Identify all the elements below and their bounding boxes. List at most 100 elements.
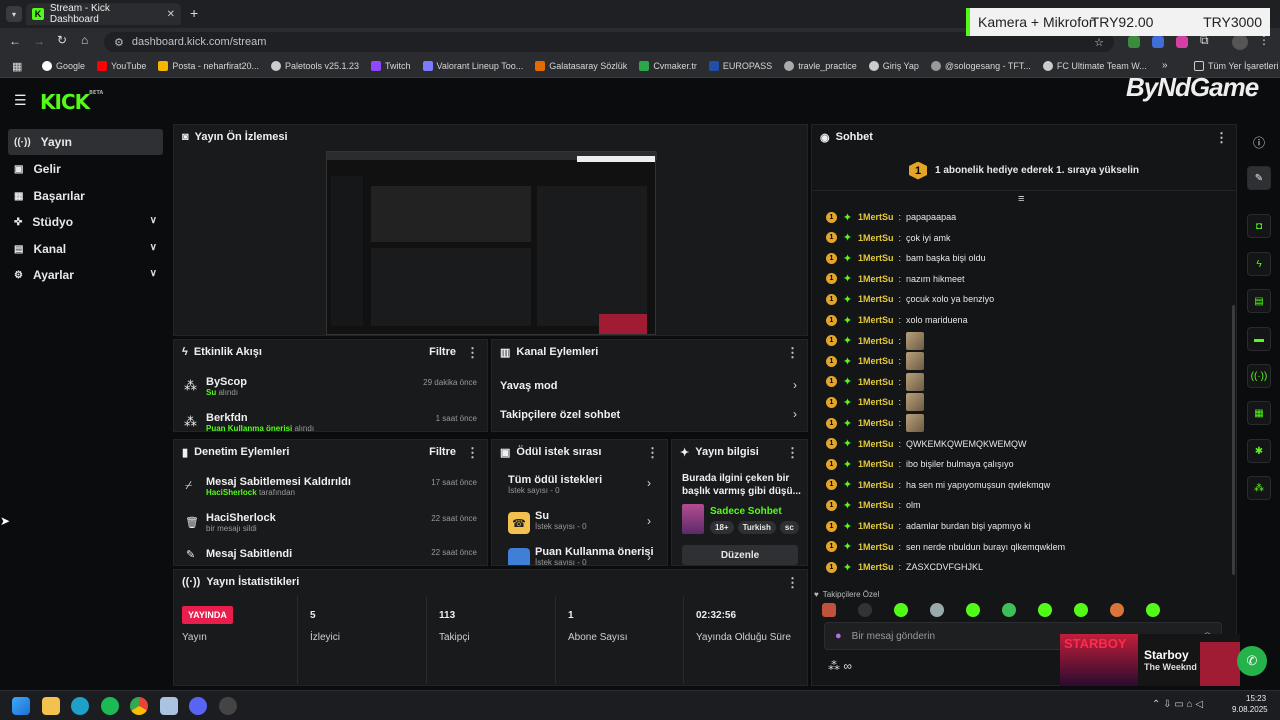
emote-icon[interactable] (966, 603, 980, 617)
tab-close-icon[interactable]: ✕ (167, 9, 175, 20)
emote-icon[interactable] (1146, 603, 1160, 617)
windows-start-icon[interactable] (12, 697, 30, 715)
bookmark-item[interactable]: Twitch (371, 61, 411, 71)
sidebar-item-basarilar[interactable]: ▦ Başarılar (8, 183, 163, 209)
spotify-icon[interactable] (101, 697, 119, 715)
reward-item-su[interactable]: ☎ Su İstek sayısı - 0 › (492, 510, 667, 538)
bookmark-star-icon[interactable]: ☆ (1094, 36, 1104, 49)
sidebar-item-ayarlar[interactable]: ⚙ Ayarlar ∨ (8, 262, 163, 288)
sidebar-item-kanal[interactable]: ▤ Kanal ∨ (8, 236, 163, 262)
chrome-icon[interactable] (130, 697, 148, 715)
profile-avatar-icon[interactable] (1232, 34, 1248, 50)
all-bookmarks-button[interactable]: Tüm Yer İşaretleri (1194, 61, 1279, 71)
emote-icon[interactable] (822, 603, 836, 617)
bookmark-item[interactable]: @sologesang - TFT... (930, 61, 1031, 71)
stream-preview-video[interactable] (326, 151, 657, 335)
extension-icon-3[interactable] (1176, 36, 1188, 48)
edit-tool-button[interactable]: ✎ (1247, 166, 1271, 190)
emote-icon[interactable] (1002, 603, 1016, 617)
chat-users-icon[interactable]: ⁂ ∞ (828, 659, 852, 673)
whatsapp-float-icon[interactable]: ✆ (1237, 646, 1267, 676)
chat-username[interactable]: 1MertSu (858, 418, 894, 428)
chat-username[interactable]: 1MertSu (858, 377, 894, 387)
emote-icon[interactable] (894, 603, 908, 617)
chat-username[interactable]: 1MertSu (858, 562, 894, 572)
gift-sub-banner[interactable]: 1 1 abonelik hediye ederek 1. sıraya yük… (812, 151, 1236, 191)
chat-username[interactable]: 1MertSu (858, 336, 894, 346)
slow-mode-item[interactable]: Yavaş mod › (492, 376, 807, 398)
activity-filter-button[interactable]: Filtre (429, 346, 456, 358)
kebab-menu-icon[interactable]: ⋮ (786, 346, 799, 359)
sidebar-item-gelir[interactable]: ▣ Gelir (8, 156, 163, 182)
scroll-down-icon[interactable]: ≡ (1018, 193, 1024, 205)
emote-icon[interactable] (1074, 603, 1088, 617)
microphone-icon[interactable]: ● (835, 630, 842, 642)
bookmark-item[interactable]: Galatasaray Sözlük (535, 61, 627, 71)
tab-search-icon[interactable]: ▾ (6, 6, 22, 22)
sidebar-item-yayin[interactable]: ((·)) Yayın (8, 129, 163, 155)
edge-icon[interactable] (71, 697, 89, 715)
tag-chip[interactable]: 18+ (710, 521, 734, 534)
emote-icon[interactable] (858, 603, 872, 617)
file-explorer-icon[interactable] (42, 697, 60, 715)
address-bar[interactable]: ⚙ dashboard.kick.com/stream ☆ (104, 32, 1114, 52)
chat-username[interactable]: 1MertSu (858, 459, 894, 469)
chat-username[interactable]: 1MertSu (858, 521, 894, 531)
taskbar-date[interactable]: 9.08.2025 (1232, 705, 1268, 714)
back-icon[interactable]: ← (9, 34, 21, 48)
steam-icon[interactable] (160, 697, 178, 715)
bookmark-item[interactable]: Posta - neharfirat20... (158, 61, 259, 71)
bookmark-item[interactable]: travle_practice (784, 61, 857, 71)
emote-icon[interactable] (930, 603, 944, 617)
system-tray-icons[interactable]: ⌃ ⇩ ▭ ⌂ ◁ (1152, 699, 1203, 710)
chat-username[interactable]: 1MertSu (858, 294, 894, 304)
new-tab-button[interactable]: + (190, 5, 198, 21)
bookmark-item[interactable]: Giriş Yap (868, 61, 919, 71)
bookmarks-more-button[interactable]: » (1162, 60, 1168, 71)
chat-username[interactable]: 1MertSu (858, 315, 894, 325)
chat-username[interactable]: 1MertSu (858, 480, 894, 490)
category-link[interactable]: Sadece Sohbet (710, 506, 782, 517)
forward-icon[interactable]: → (33, 34, 45, 48)
reload-icon[interactable]: ↻ (57, 33, 67, 47)
kebab-menu-icon[interactable]: ⋮ (466, 346, 479, 359)
chat-username[interactable]: 1MertSu (858, 212, 894, 222)
followers-only-item[interactable]: Takipçilere özel sohbet › (492, 405, 807, 427)
edit-stream-button[interactable]: Düzenle (682, 545, 798, 565)
chat-username[interactable]: 1MertSu (858, 356, 894, 366)
notes-tool-button[interactable]: ▤ (1247, 289, 1271, 313)
chat-username[interactable]: 1MertSu (858, 274, 894, 284)
site-info-icon[interactable]: ⚙ (114, 36, 124, 49)
extension-icon-2[interactable] (1152, 36, 1164, 48)
home-icon[interactable]: ⌂ (81, 33, 88, 47)
extension-icon-1[interactable] (1128, 36, 1140, 48)
reward-item-points[interactable]: Puan Kullanma önerisi İstek sayısı - 0 › (492, 546, 667, 565)
bookmark-item[interactable]: EUROPASS (708, 61, 772, 71)
kebab-menu-icon[interactable]: ⋮ (646, 446, 659, 459)
emote-icon[interactable] (1110, 603, 1124, 617)
browser-tab-active[interactable]: K Stream - Kick Dashboard ✕ (26, 3, 181, 25)
bookmark-item[interactable]: FC Ultimate Team W... (1042, 61, 1147, 71)
chat-username[interactable]: 1MertSu (858, 397, 894, 407)
users-tool-button[interactable]: ⁂ (1247, 476, 1271, 500)
discord-icon[interactable] (189, 697, 207, 715)
emote-icon[interactable] (1038, 603, 1052, 617)
bookmark-item[interactable]: Google (42, 61, 85, 71)
tag-chip[interactable]: Turkish (737, 521, 776, 534)
chat-username[interactable]: 1MertSu (858, 253, 894, 263)
taskbar-time[interactable]: 15:23 (1246, 694, 1266, 703)
clip-tool-button[interactable]: ◘ (1247, 214, 1271, 238)
bookmark-item[interactable]: Paletools v25.1.23 (270, 61, 359, 71)
moderation-filter-button[interactable]: Filtre (429, 446, 456, 458)
info-icon[interactable]: ⓘ (1253, 134, 1265, 151)
broadcast-tool-button[interactable]: ((·)) (1247, 364, 1271, 388)
kebab-menu-icon[interactable]: ⋮ (786, 446, 799, 459)
chat-username[interactable]: 1MertSu (858, 500, 894, 510)
obs-icon[interactable] (219, 697, 237, 715)
kebab-menu-icon[interactable]: ⋮ (466, 446, 479, 459)
kick-logo[interactable]: KICKBETA (40, 90, 103, 114)
sidebar-item-studyo[interactable]: ✜ Stüdyo ∨ (8, 209, 163, 235)
lightning-tool-button[interactable]: ϟ (1247, 252, 1271, 276)
hamburger-menu-icon[interactable]: ☰ (14, 92, 27, 109)
chat-username[interactable]: 1MertSu (858, 233, 894, 243)
